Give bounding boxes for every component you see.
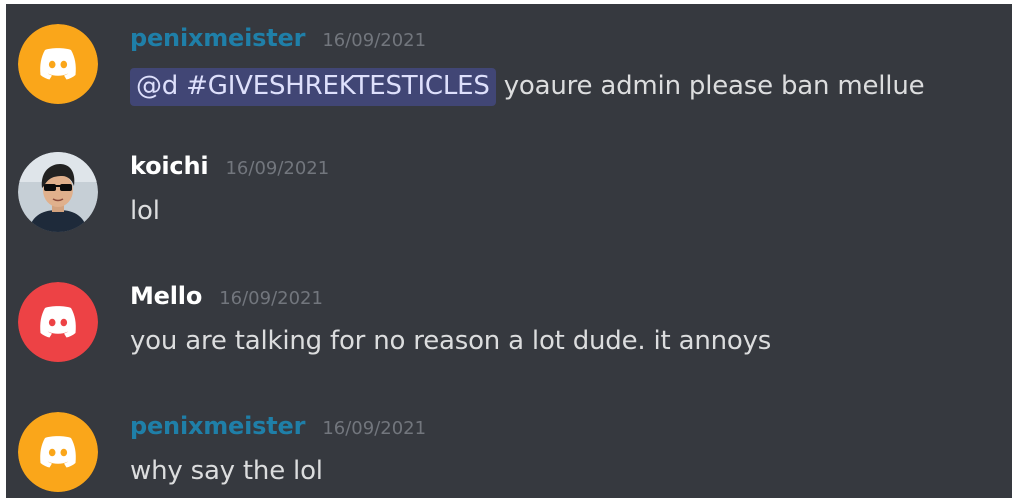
timestamp: 16/09/2021 bbox=[225, 158, 330, 179]
avatar[interactable] bbox=[18, 282, 98, 362]
message-header: Mello 16/09/2021 bbox=[130, 282, 323, 310]
message-text: yoaure admin please ban mellue bbox=[503, 71, 925, 101]
username[interactable]: koichi bbox=[130, 152, 209, 180]
avatar[interactable] bbox=[18, 24, 98, 104]
message-text: lol bbox=[130, 196, 160, 226]
message-content: lol bbox=[130, 196, 160, 226]
timestamp: 16/09/2021 bbox=[219, 288, 323, 309]
avatar[interactable] bbox=[18, 152, 98, 232]
message-content: you are talking for no reason a lot dude… bbox=[130, 326, 771, 356]
username[interactable]: penixmeister bbox=[130, 412, 305, 440]
message-header: koichi 16/09/2021 bbox=[130, 152, 329, 180]
message: koichi 16/09/2021 lol bbox=[6, 152, 1012, 262]
message-header: penixmeister 16/09/2021 bbox=[130, 412, 426, 440]
message-header: penixmeister 16/09/2021 bbox=[130, 24, 426, 52]
message-text: you are talking for no reason a lot dude… bbox=[130, 326, 772, 356]
discord-logo-icon bbox=[18, 24, 98, 104]
username[interactable]: Mello bbox=[130, 282, 202, 310]
discord-logo-icon bbox=[18, 282, 98, 362]
message-content: @d #GIVESHREKTESTICLES yoaure admin pleas… bbox=[130, 68, 925, 106]
username[interactable]: penixmeister bbox=[130, 24, 305, 52]
message: Mello 16/09/2021 you are talking for no … bbox=[6, 282, 1012, 392]
avatar[interactable] bbox=[18, 412, 98, 492]
message: penixmeister 16/09/2021 @d #GIVESHREKTES… bbox=[6, 24, 1012, 134]
message-list: penixmeister 16/09/2021 @d #GIVESHREKTES… bbox=[6, 4, 1012, 498]
timestamp: 16/09/2021 bbox=[322, 418, 427, 439]
mention[interactable]: @d #GIVESHREKTESTICLES bbox=[130, 68, 496, 106]
timestamp: 16/09/2021 bbox=[322, 30, 427, 51]
user-photo-avatar bbox=[18, 152, 98, 232]
message-text: why say the lol bbox=[130, 456, 323, 486]
message-content: why say the lol bbox=[130, 456, 323, 486]
discord-logo-icon bbox=[18, 412, 98, 492]
message: penixmeister 16/09/2021 why say the lol bbox=[6, 412, 1012, 498]
